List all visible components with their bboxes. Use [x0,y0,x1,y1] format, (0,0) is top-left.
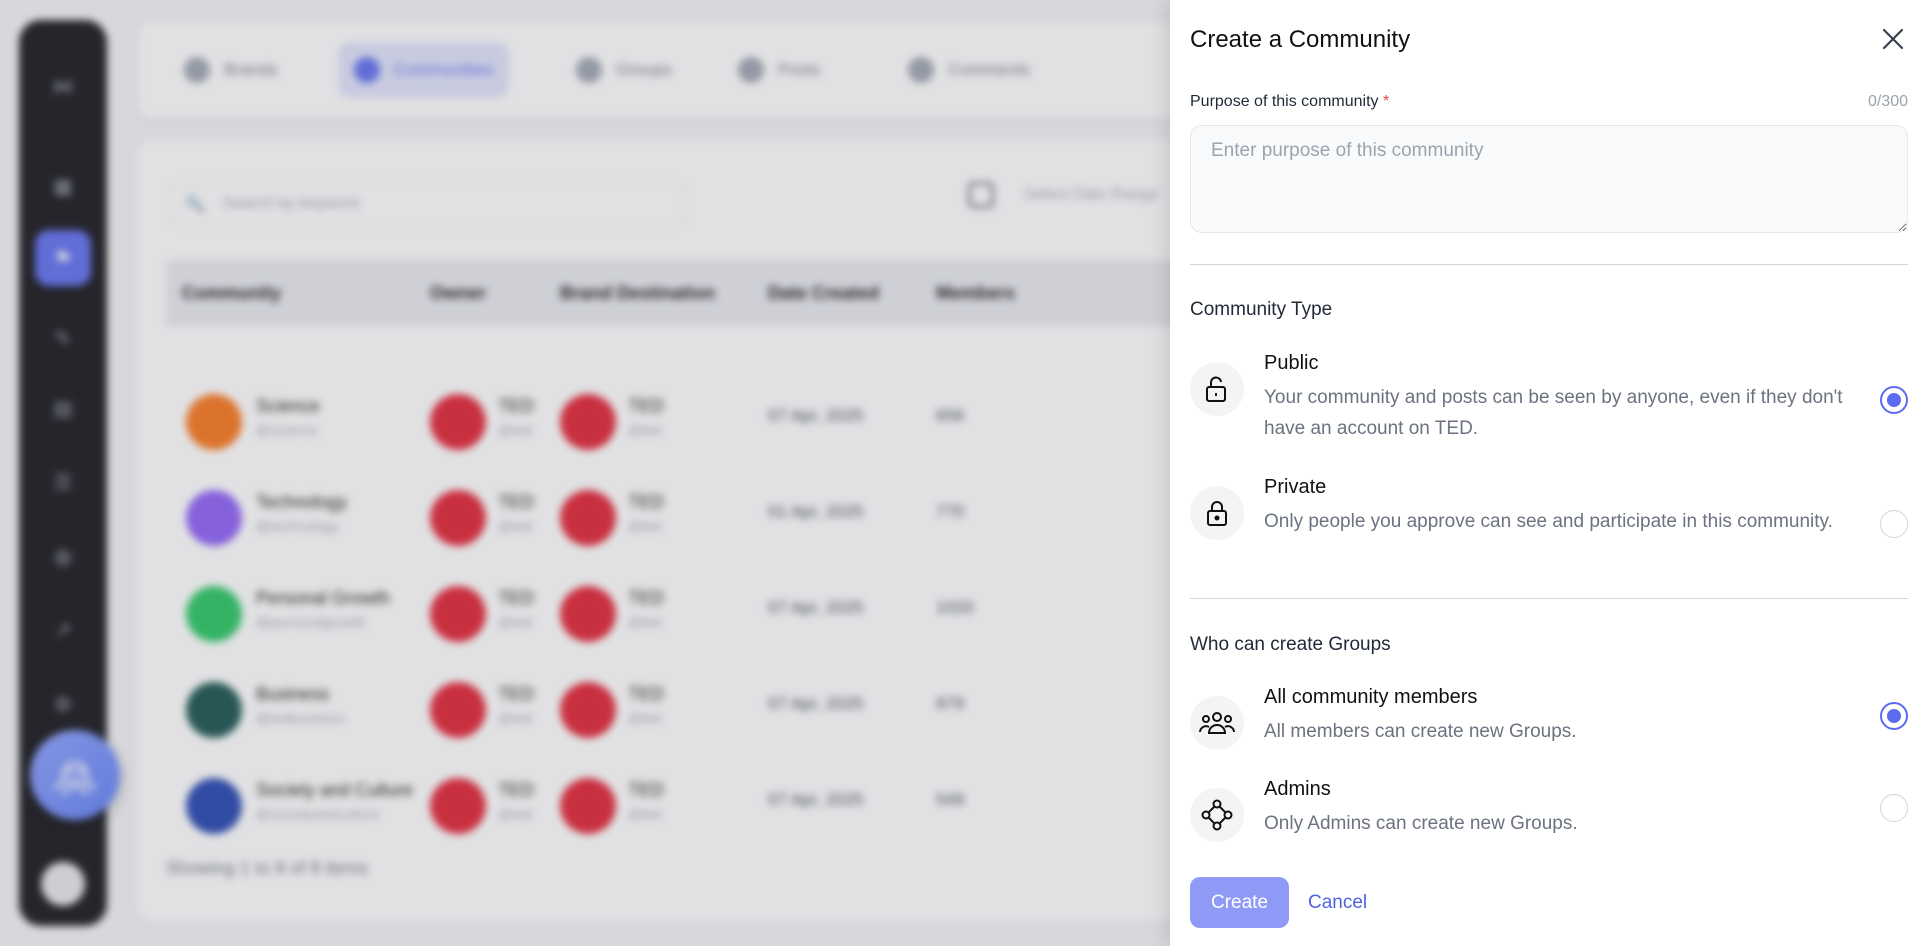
cancel-button[interactable]: Cancel [1308,877,1367,928]
required-mark: * [1382,93,1390,110]
option-description: Only Admins can create new Groups. [1264,813,1578,834]
purpose-label: Purpose of this community * [1190,93,1390,110]
option-description: Only people you approve can see and part… [1264,511,1833,532]
radio-all-members[interactable] [1880,702,1908,730]
people-icon [1190,696,1244,750]
option-private[interactable]: Private Only people you approve can see … [1190,476,1908,576]
divider [1190,264,1908,265]
close-icon [1882,28,1904,50]
drawer-title: Create a Community [1190,26,1411,53]
group-creation-heading: Who can create Groups [1190,634,1391,655]
create-community-drawer: Create a Community Purpose of this commu… [1170,0,1918,946]
option-all-members[interactable]: All community members All members can cr… [1190,686,1908,756]
radio-public[interactable] [1880,386,1908,414]
create-button[interactable]: Create [1190,877,1289,928]
option-title: Public [1264,352,1319,374]
option-title: All community members [1264,686,1478,708]
option-admins[interactable]: Admins Only Admins can create new Groups… [1190,778,1908,848]
close-button[interactable] [1878,24,1908,54]
option-title: Private [1264,476,1327,498]
radio-admins[interactable] [1880,794,1908,822]
option-description: Your community and posts can be seen by … [1264,387,1843,439]
admin-nodes-icon [1190,788,1244,842]
radio-private[interactable] [1880,510,1908,538]
unlock-icon [1190,362,1244,416]
divider [1190,598,1908,599]
lock-icon [1190,486,1244,540]
community-type-heading: Community Type [1190,299,1333,320]
purpose-textarea[interactable] [1190,125,1908,233]
option-title: Admins [1264,778,1331,800]
option-description: All members can create new Groups. [1264,721,1577,742]
option-public[interactable]: Public Your community and posts can be s… [1190,352,1908,452]
purpose-char-counter: 0/300 [1867,93,1908,110]
